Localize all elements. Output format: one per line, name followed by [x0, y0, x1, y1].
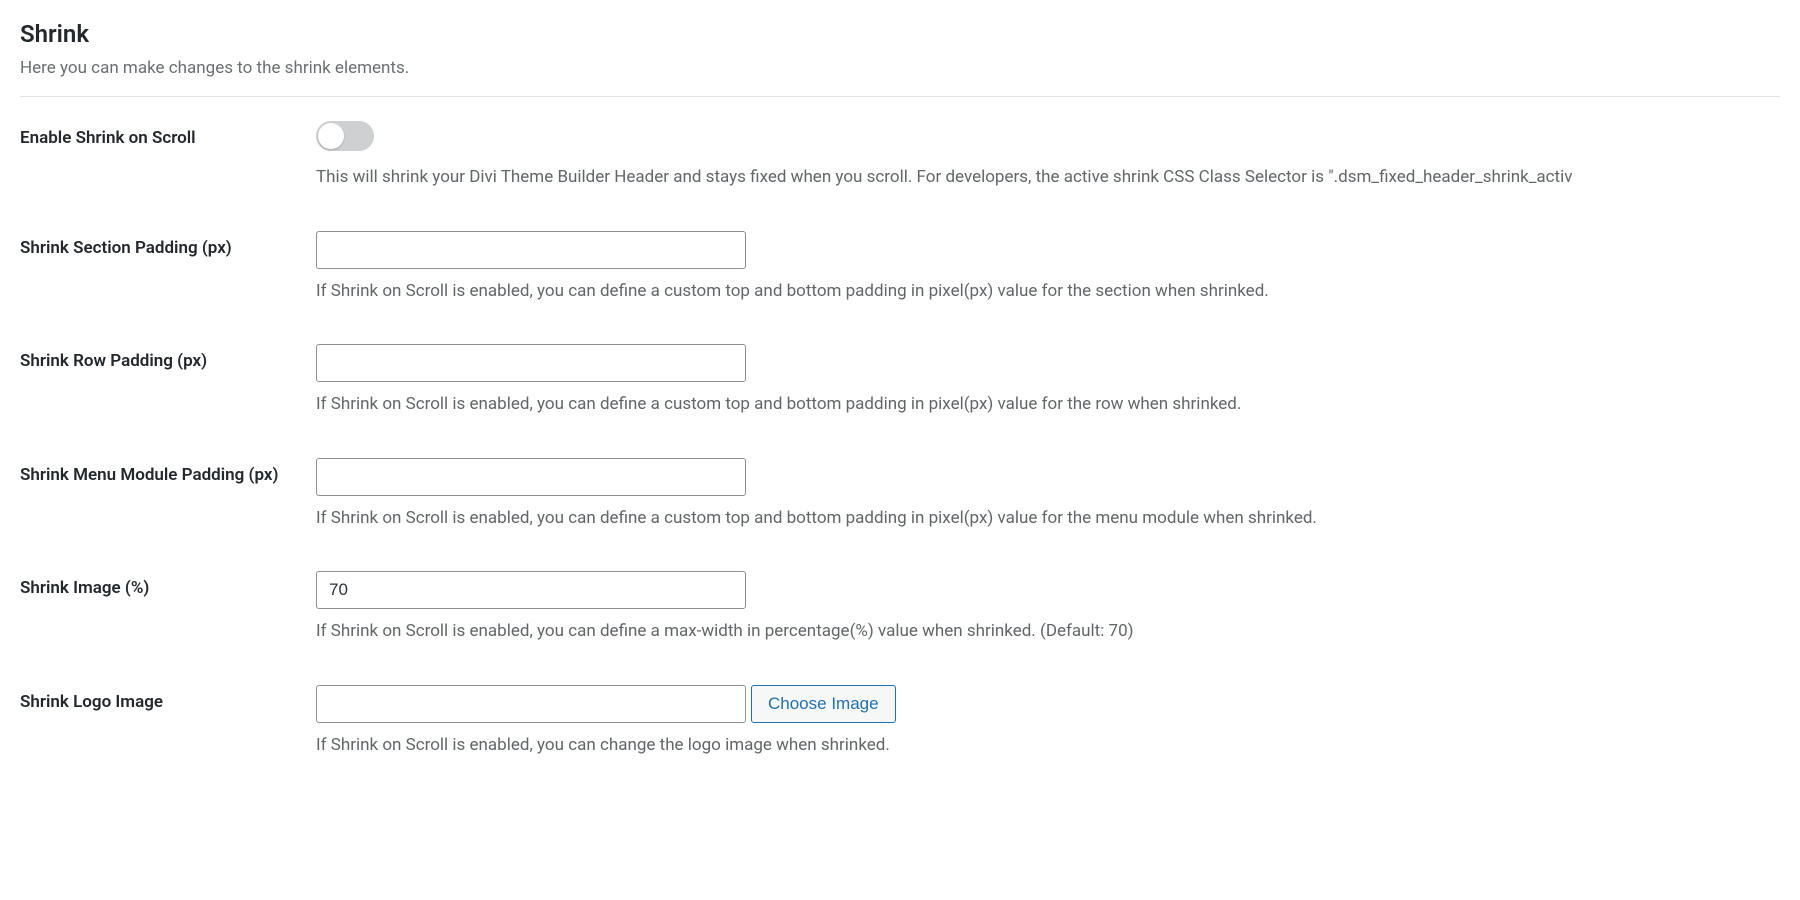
logo-image-help: If Shrink on Scroll is enabled, you can …	[316, 733, 1780, 759]
menu-module-padding-help: If Shrink on Scroll is enabled, you can …	[316, 506, 1780, 532]
logo-image-label: Shrink Logo Image	[20, 685, 316, 712]
toggle-knob	[318, 123, 344, 149]
shrink-image-input[interactable]	[316, 571, 746, 609]
menu-module-padding-input[interactable]	[316, 458, 746, 496]
section-padding-help: If Shrink on Scroll is enabled, you can …	[316, 279, 1780, 305]
enable-shrink-toggle[interactable]	[316, 121, 374, 151]
section-padding-input[interactable]	[316, 231, 746, 269]
section-padding-label: Shrink Section Padding (px)	[20, 231, 316, 258]
enable-shrink-help: This will shrink your Divi Theme Builder…	[316, 165, 1780, 191]
row-padding-help: If Shrink on Scroll is enabled, you can …	[316, 392, 1780, 418]
row-padding-input[interactable]	[316, 344, 746, 382]
choose-image-button[interactable]: Choose Image	[751, 685, 896, 723]
field-row-padding: Shrink Row Padding (px) If Shrink on Scr…	[20, 344, 1780, 418]
menu-module-padding-label: Shrink Menu Module Padding (px)	[20, 458, 316, 485]
section-title: Shrink	[20, 20, 1780, 48]
enable-shrink-label: Enable Shrink on Scroll	[20, 121, 316, 148]
shrink-image-label: Shrink Image (%)	[20, 571, 316, 598]
logo-image-input[interactable]	[316, 685, 746, 723]
shrink-image-help: If Shrink on Scroll is enabled, you can …	[316, 619, 1780, 645]
field-shrink-image: Shrink Image (%) If Shrink on Scroll is …	[20, 571, 1780, 645]
row-padding-label: Shrink Row Padding (px)	[20, 344, 316, 371]
field-logo-image: Shrink Logo Image Choose Image If Shrink…	[20, 685, 1780, 759]
field-menu-module-padding: Shrink Menu Module Padding (px) If Shrin…	[20, 458, 1780, 532]
section-description: Here you can make changes to the shrink …	[20, 58, 1780, 78]
field-section-padding: Shrink Section Padding (px) If Shrink on…	[20, 231, 1780, 305]
section-divider	[20, 96, 1780, 97]
field-enable-shrink: Enable Shrink on Scroll This will shrink…	[20, 121, 1780, 191]
